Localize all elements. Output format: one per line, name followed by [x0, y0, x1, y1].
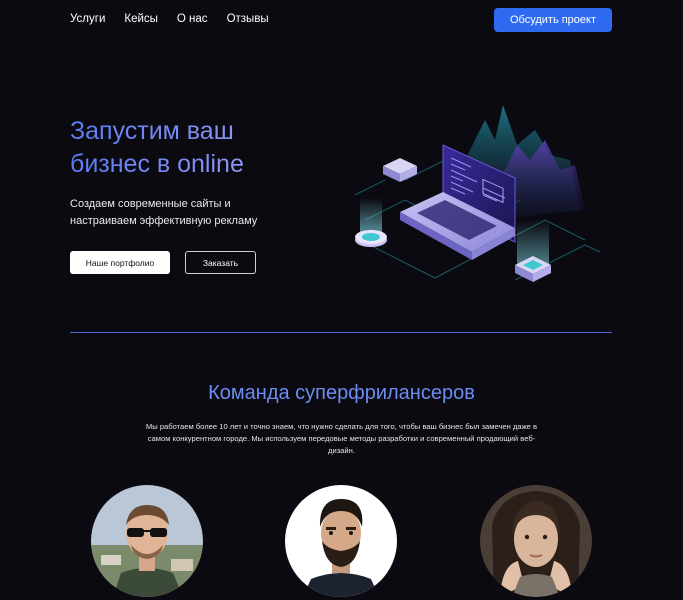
team-member-avatar-2: [285, 485, 397, 597]
order-button[interactable]: Заказать: [185, 251, 256, 274]
avatar-photo-3: [480, 485, 592, 597]
laptop-illustration-svg: [354, 105, 601, 282]
team-member-avatar-1: [91, 485, 203, 597]
team-description: Мы работаем более 10 лет и точно знаем, …: [145, 422, 538, 455]
team-member-avatar-3: [480, 485, 592, 597]
isometric-laptop-illustration: [345, 100, 610, 300]
hero-title: Запустим ваш бизнес в online: [70, 115, 330, 181]
team-section-title: Команда суперфрилансеров: [208, 382, 475, 404]
portfolio-button[interactable]: Наше портфолио: [70, 251, 170, 274]
nav-link-about[interactable]: О нас: [177, 13, 208, 25]
hero-title-line-2: бизнес в online: [70, 150, 244, 178]
nav-link-services[interactable]: Услуги: [70, 13, 105, 25]
hero-title-line-1: Запустим ваш: [70, 117, 234, 145]
avatar-photo-2: [285, 485, 397, 597]
nav-link-cases[interactable]: Кейсы: [124, 13, 158, 25]
nav-link-reviews[interactable]: Отзывы: [227, 13, 269, 25]
discuss-project-button[interactable]: Обсудить проект: [494, 8, 612, 32]
top-nav: Услуги Кейсы О нас Отзывы Обсудить проек…: [0, 0, 683, 40]
nav-links: Услуги Кейсы О нас Отзывы: [70, 13, 269, 25]
landing-page: Услуги Кейсы О нас Отзывы Обсудить проек…: [0, 0, 683, 600]
avatar-photo-1: [91, 485, 203, 597]
section-divider: [70, 332, 612, 333]
hero-subtitle: Создаем современные сайты и настраиваем …: [70, 198, 258, 227]
